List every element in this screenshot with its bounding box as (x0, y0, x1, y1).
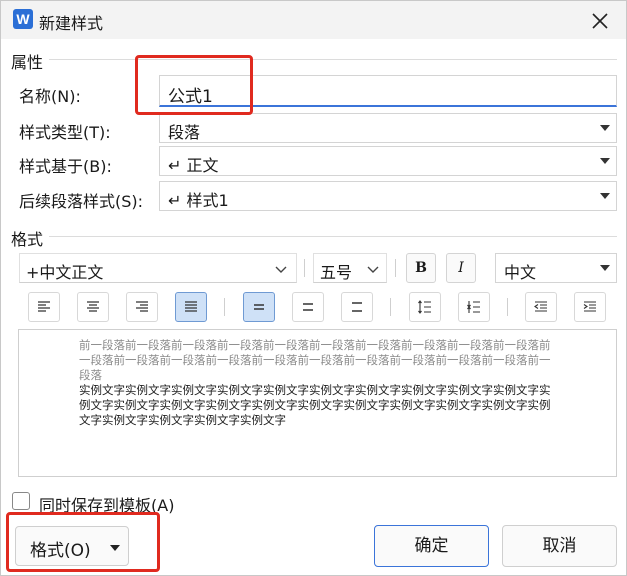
cancel-button[interactable]: 取消 (502, 525, 617, 567)
dropdown-arrow-icon (600, 158, 610, 164)
next-style-select[interactable]: ↵ 样式1 (159, 181, 617, 211)
indent-increase-button[interactable] (574, 292, 606, 322)
wps-writer-icon: W (13, 9, 33, 29)
preview-previous-paragraph: 前一段落前一段落前一段落前一段落前一段落前一段落前一段落前一段落前一段落前一段落… (79, 338, 551, 382)
dropdown-arrow-icon (600, 125, 610, 131)
close-icon[interactable] (588, 9, 612, 33)
align-right-icon (136, 301, 148, 312)
align-left-icon (38, 301, 50, 312)
script-select[interactable]: 中文 (495, 253, 617, 283)
format-divider (49, 236, 617, 237)
spacing-decrease-icon (467, 301, 480, 313)
align-justify-icon (185, 301, 197, 312)
toolbar-separator (507, 298, 508, 316)
align-justify-button[interactable] (175, 292, 207, 322)
line-spacing-double-button[interactable] (341, 292, 373, 322)
line-spacing-single-icon (254, 304, 264, 310)
save-to-template-checkbox[interactable] (12, 492, 30, 510)
based-on-select[interactable]: ↵ 正文 (159, 146, 617, 176)
align-center-icon (87, 301, 99, 312)
align-center-button[interactable] (77, 292, 109, 322)
spacing-decrease-button[interactable] (458, 292, 490, 322)
font-select[interactable]: +中文正文 (19, 253, 297, 283)
spacing-increase-icon (418, 300, 431, 314)
name-label: 名称(N): (19, 87, 81, 106)
align-left-button[interactable] (28, 292, 60, 322)
toolbar-separator (390, 298, 391, 316)
style-preview: 前一段落前一段落前一段落前一段落前一段落前一段落前一段落前一段落前一段落前一段落… (18, 329, 617, 477)
style-type-value: 段落 (168, 123, 201, 142)
based-on-value: ↵ 正文 (168, 156, 219, 175)
line-spacing-double-icon (352, 302, 362, 312)
next-style-value: ↵ 样式1 (168, 191, 229, 210)
name-field-highlight (135, 55, 253, 115)
format-group-label: 格式 (11, 230, 44, 249)
align-right-button[interactable] (126, 292, 158, 322)
line-spacing-single-button[interactable] (243, 292, 275, 322)
font-size-value: 五号 (320, 263, 353, 282)
title-bar: W 新建样式 (1, 1, 626, 39)
italic-button[interactable]: I (446, 253, 476, 283)
dropdown-arrow-icon (600, 193, 610, 199)
script-value: 中文 (504, 263, 537, 282)
spacing-increase-button[interactable] (409, 292, 441, 322)
indent-decrease-button[interactable] (525, 292, 557, 322)
line-spacing-1-5-button[interactable] (292, 292, 324, 322)
bold-button[interactable]: B (406, 253, 436, 283)
indent-decrease-icon (534, 301, 547, 312)
toolbar-separator (224, 298, 225, 316)
dialog-title: 新建样式 (39, 14, 104, 33)
chevron-down-icon (367, 266, 379, 273)
style-type-select[interactable]: 段落 (159, 113, 617, 143)
font-size-select[interactable]: 五号 (313, 253, 387, 283)
line-spacing-1-5-icon (303, 303, 313, 311)
toolbar-separator (395, 259, 396, 277)
preview-sample-text: 实例文字实例文字实例文字实例文字实例文字实例文字实例文字实例文字实例文字实例文字… (79, 383, 551, 427)
toolbar-separator (304, 259, 305, 277)
based-on-label: 样式基于(B): (19, 157, 112, 176)
format-button-highlight (6, 512, 160, 572)
new-style-dialog: W 新建样式 属性 名称(N): 公式1 样式类型(T): 段落 样式基于(B)… (0, 0, 627, 576)
indent-increase-icon (583, 301, 596, 312)
properties-group-label: 属性 (11, 53, 44, 72)
next-style-label: 后续段落样式(S): (19, 192, 144, 211)
ok-button[interactable]: 确定 (374, 525, 489, 567)
dropdown-arrow-icon (600, 265, 610, 271)
style-type-label: 样式类型(T): (19, 123, 111, 142)
font-value: +中文正文 (26, 263, 104, 282)
chevron-down-icon (275, 266, 287, 273)
